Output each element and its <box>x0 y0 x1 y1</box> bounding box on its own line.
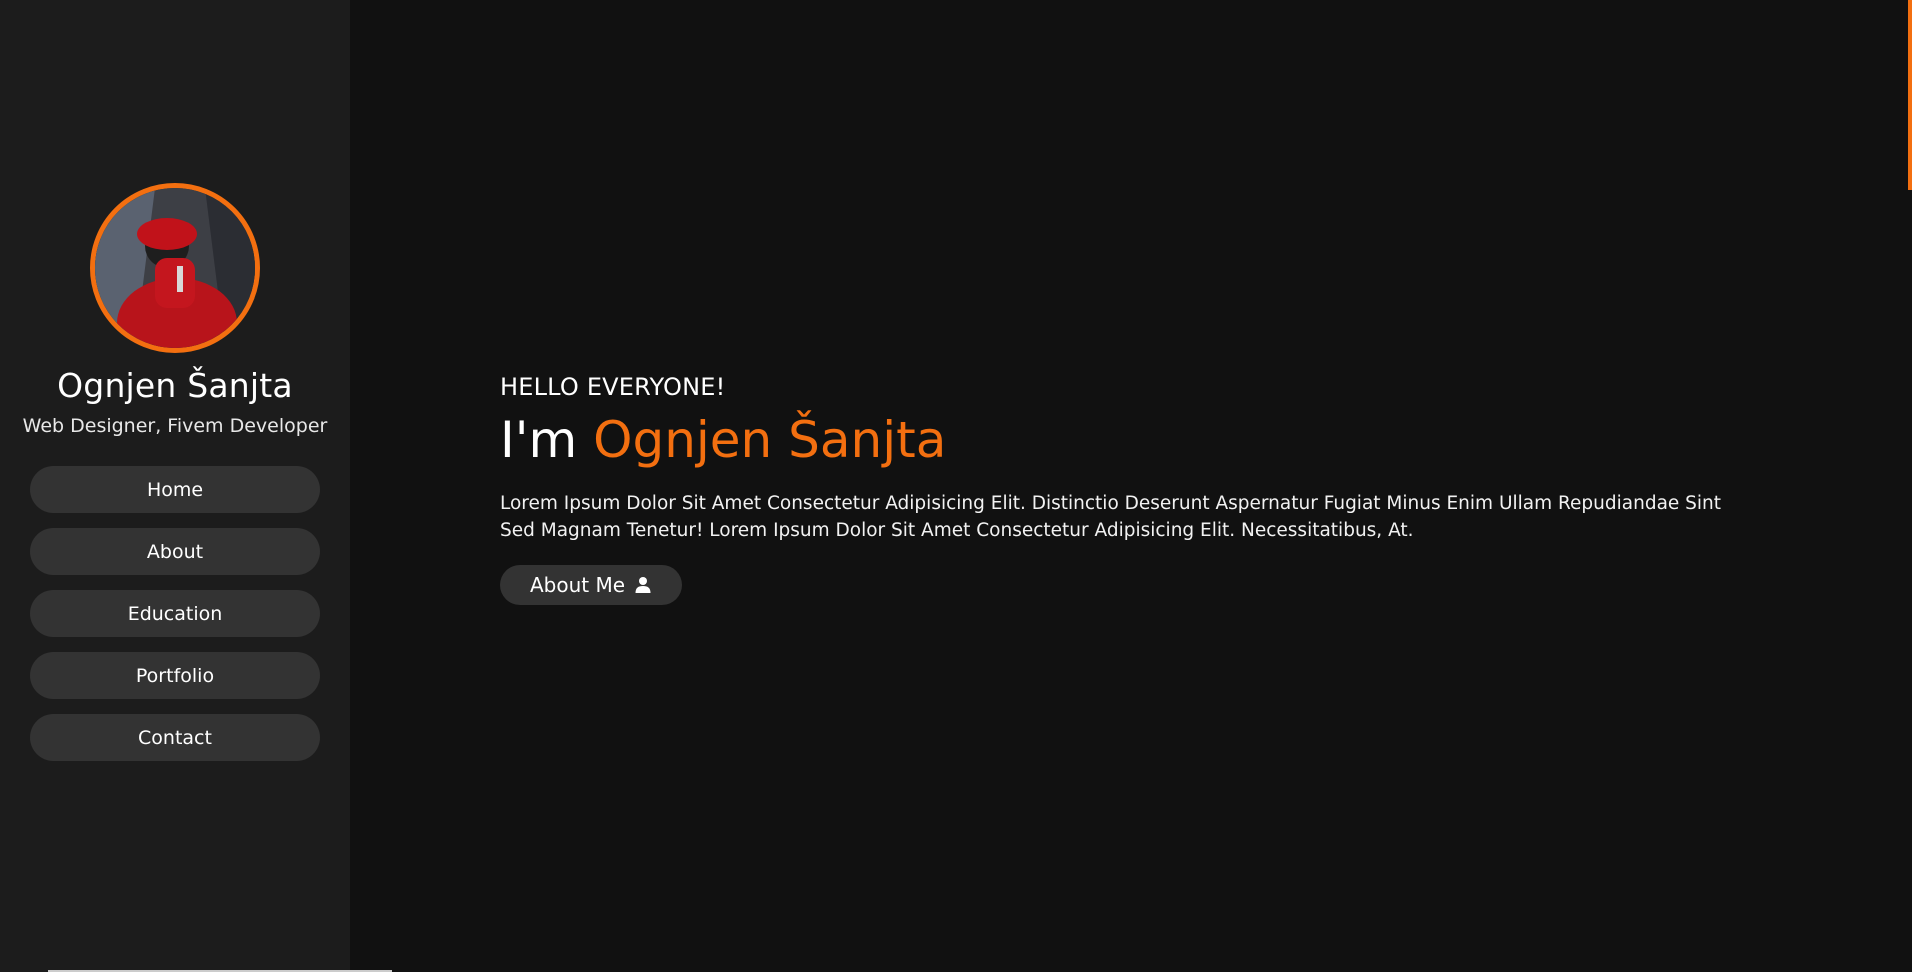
about-me-button-label: About Me <box>530 573 626 597</box>
nav-item-education[interactable]: Education <box>30 590 320 637</box>
sidebar-nav: Home About Education Portfolio Contact <box>30 466 320 776</box>
sidebar: Ognjen Šanjta Web Designer, Fivem Develo… <box>0 0 350 972</box>
headline-prefix: I'm <box>500 411 578 469</box>
nav-item-about[interactable]: About <box>30 528 320 575</box>
hero-greeting: HELLO EVERYONE! <box>500 373 726 401</box>
about-me-button[interactable]: About Me <box>500 565 683 605</box>
hero-description: Lorem Ipsum Dolor Sit Amet Consectetur A… <box>500 493 1722 541</box>
hero-section: HELLO EVERYONE! I'm Ognjen Šanjta Lorem … <box>500 372 1800 605</box>
scrollbar-thumb[interactable] <box>1908 0 1912 190</box>
avatar <box>90 183 260 353</box>
profile-role: Web Designer, Fivem Developer <box>22 415 328 437</box>
avatar-photo <box>95 188 255 348</box>
headline-name: Ognjen Šanjta <box>593 411 947 469</box>
nav-item-portfolio[interactable]: Portfolio <box>30 652 320 699</box>
nav-item-contact[interactable]: Contact <box>30 714 320 761</box>
page: Ognjen Šanjta Web Designer, Fivem Develo… <box>0 0 1912 972</box>
user-icon <box>635 577 651 593</box>
hero-headline: I'm Ognjen Šanjta <box>500 410 1800 470</box>
profile-name: Ognjen Šanjta <box>57 366 293 405</box>
nav-item-home[interactable]: Home <box>30 466 320 513</box>
